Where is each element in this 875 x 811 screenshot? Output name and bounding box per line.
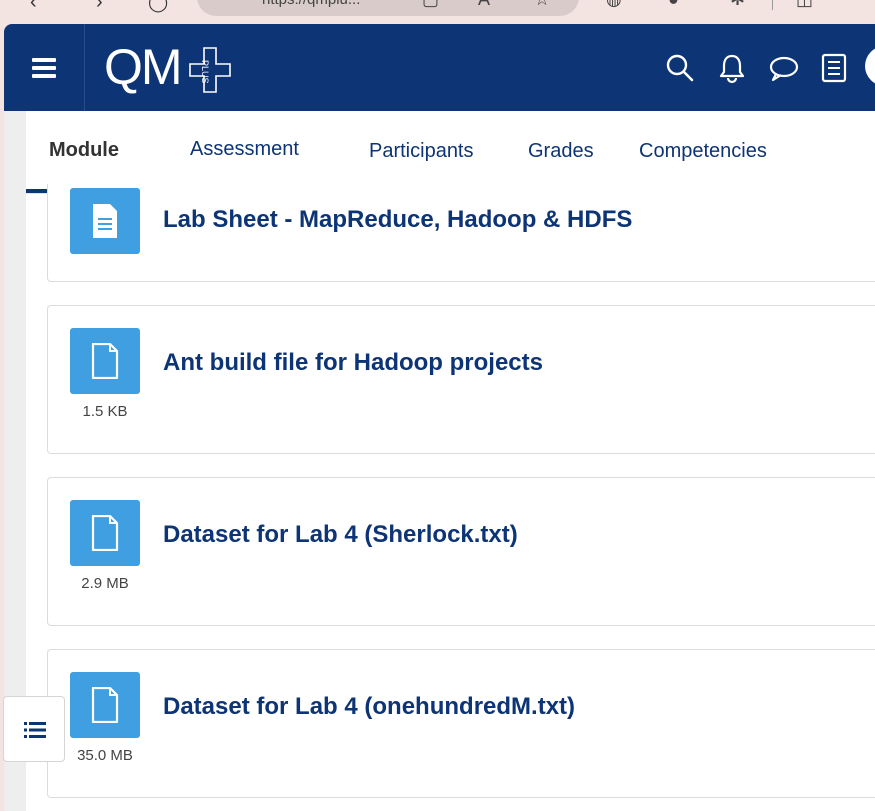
list-bullets-icon [24,722,46,738]
logo-plus-mark: PLUS [189,47,231,93]
logo-subtext: PLUS [200,60,210,84]
course-index-button[interactable] [3,696,65,762]
user-avatar[interactable] [865,46,875,86]
settings-icon[interactable]: ✲ [730,0,745,8]
tab-competencies[interactable]: Competencies [639,140,767,163]
collections-icon[interactable]: ◒ [668,0,679,8]
chat-icon[interactable] [768,52,800,84]
address-bar[interactable] [197,0,579,16]
resource-title[interactable]: Dataset for Lab 4 (onehundredM.txt) [163,693,575,721]
hamburger-line [32,74,56,78]
forward-icon[interactable]: › [96,0,103,12]
hamburger-line [32,66,56,70]
file-icon[interactable] [70,672,140,738]
resource-title[interactable]: Lab Sheet - MapReduce, Hadoop & HDFS [163,206,632,234]
document-icon[interactable] [70,188,140,254]
browser-toolbar: ‹ › ◯ https://qmplu... ▢ A ☆ ◍ ◒ ✲ ◫ [0,0,875,22]
toolbar-separator [772,0,773,10]
address-bar-url: https://qmplu... [262,0,360,8]
tab-module[interactable]: Module [49,139,119,162]
menu-toggle-button[interactable] [22,52,66,84]
list-icon[interactable] [818,52,850,84]
extension-icon[interactable]: ◍ [606,0,622,8]
file-size: 2.9 MB [81,575,129,592]
app-window: QM PLUS Module Assessment Participants G… [4,24,875,811]
resource-card: Dataset for Lab 4 (Sherlock.txt) 2.9 MB [47,477,875,626]
hamburger-line [32,58,56,62]
top-navbar: QM PLUS [4,24,875,111]
tab-participants[interactable]: Participants [369,140,474,163]
file-icon[interactable] [70,328,140,394]
refresh-icon[interactable]: ◯ [148,0,168,12]
resource-card: Dataset for Lab 4 (onehundredM.txt) 35.0… [47,649,875,798]
read-mode-icon[interactable]: ▢ [422,0,439,8]
tab-grades[interactable]: Grades [528,140,594,163]
course-tabs: Module Assessment Participants Grades Co… [26,111,875,194]
navbar-divider [84,24,85,111]
favorite-star-icon[interactable]: ☆ [534,0,550,8]
bell-icon[interactable] [716,52,748,84]
resource-card: Ant build file for Hadoop projects 1.5 K… [47,305,875,454]
resource-title[interactable]: Dataset for Lab 4 (Sherlock.txt) [163,521,518,549]
logo-text: QM [104,39,183,95]
tab-assessment[interactable]: Assessment [190,138,299,161]
resource-title[interactable]: Ant build file for Hadoop projects [163,349,543,377]
back-icon[interactable]: ‹ [30,0,37,12]
font-icon[interactable]: A [478,0,490,8]
search-icon[interactable] [664,52,696,84]
resource-card: Lab Sheet - MapReduce, Hadoop & HDFS [47,184,875,282]
file-icon[interactable] [70,500,140,566]
site-logo[interactable]: QM PLUS [104,34,244,100]
file-size: 1.5 KB [82,403,128,420]
reading-list-icon[interactable]: ◫ [796,0,813,8]
